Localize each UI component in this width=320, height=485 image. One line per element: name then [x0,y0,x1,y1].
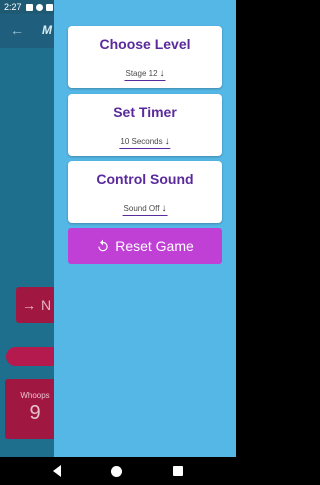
sound-dropdown-value: Sound Off [123,204,160,213]
status-time: 2:27 [4,2,22,12]
settings-drawer: Choose Level Stage 12 ↓ Set Timer 10 Sec… [54,0,236,457]
sd-card-icon [45,3,53,11]
arrow-down-icon: ↓ [164,135,170,147]
notification-icon [25,3,33,11]
set-timer-card: Set Timer 10 Seconds ↓ [68,94,222,156]
back-arrow-icon[interactable]: ← [10,22,24,38]
choose-level-title: Choose Level [99,36,191,52]
arrow-down-icon: ↓ [159,67,165,79]
restart-icon [98,239,108,252]
notification-icon-2 [35,3,43,11]
control-sound-title: Control Sound [96,171,194,187]
set-timer-title: Set Timer [113,104,177,120]
timer-dropdown[interactable]: 10 Seconds ↓ [119,135,171,149]
arrow-down-icon: ↓ [161,202,167,214]
nav-back-icon[interactable] [53,465,62,477]
system-nav-bar [0,457,236,485]
next-button-label: N [41,297,52,313]
level-dropdown[interactable]: Stage 12 ↓ [124,67,166,81]
reset-game-button[interactable]: Reset Game [68,228,222,264]
control-sound-card: Control Sound Sound Off ↓ [68,161,222,223]
arrow-right-icon: → [22,297,36,313]
nav-home-icon[interactable] [111,465,123,477]
reset-game-label: Reset Game [115,238,194,254]
choose-level-card: Choose Level Stage 12 ↓ [68,26,222,88]
sound-dropdown[interactable]: Sound Off ↓ [122,202,168,216]
timer-dropdown-value: 10 Seconds [120,137,163,146]
level-dropdown-value: Stage 12 [125,69,158,78]
nav-recents-icon[interactable] [172,466,183,476]
app-title: M [42,23,52,37]
